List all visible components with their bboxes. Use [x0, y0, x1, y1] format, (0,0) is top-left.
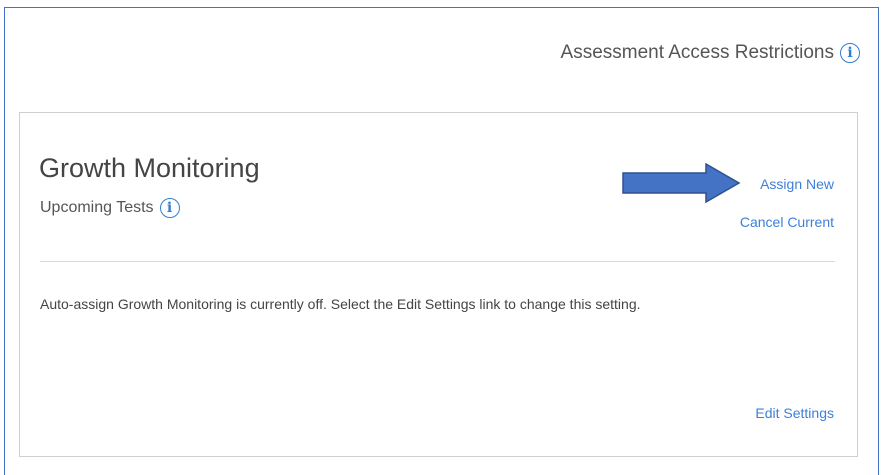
info-icon[interactable]: i: [840, 43, 860, 63]
upcoming-tests: Upcoming Tests i: [40, 198, 180, 218]
auto-assign-message: Auto-assign Growth Monitoring is current…: [40, 296, 641, 312]
edit-settings-link[interactable]: Edit Settings: [755, 405, 834, 421]
upcoming-tests-label: Upcoming Tests: [40, 199, 154, 216]
assign-new-link[interactable]: Assign New: [760, 176, 834, 192]
growth-monitoring-card: Growth Monitoring Upcoming Tests i Assig…: [19, 112, 858, 457]
card-title: Growth Monitoring: [39, 153, 260, 183]
page: Assessment Access Restrictions i Growth …: [0, 0, 886, 475]
info-icon[interactable]: i: [159, 198, 180, 218]
cancel-current-link[interactable]: Cancel Current: [740, 214, 834, 230]
divider: [40, 261, 835, 262]
restrictions-label: Assessment Access Restrictions: [560, 42, 834, 63]
assessment-access-restrictions: Assessment Access Restrictions i: [561, 42, 860, 64]
arrow-right-icon: [622, 163, 741, 203]
